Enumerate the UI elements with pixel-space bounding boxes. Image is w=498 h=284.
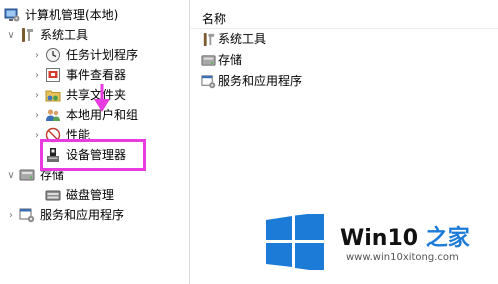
shared-folder-icon <box>45 90 61 102</box>
chevron-right-icon[interactable]: › <box>32 48 42 62</box>
list-item-label: 存储 <box>218 53 243 67</box>
storage-icon <box>19 169 35 181</box>
chevron-right-icon[interactable]: › <box>32 108 42 122</box>
watermark-brand-prefix: Win10 <box>340 226 426 251</box>
chevron-right-icon[interactable]: › <box>32 88 42 102</box>
tree-item-task-scheduler[interactable]: › 任务计划程序 <box>32 45 138 65</box>
windows-logo-icon <box>266 214 324 270</box>
chevron-right-icon[interactable]: › <box>6 208 16 222</box>
disk-management-icon <box>45 190 61 201</box>
chevron-down-icon[interactable]: ∨ <box>6 28 16 42</box>
list-item-storage[interactable]: 存储 <box>201 51 242 69</box>
computer-management-icon <box>4 8 20 22</box>
users-icon <box>46 109 60 121</box>
services-icon <box>201 74 216 88</box>
device-manager-highlight <box>40 139 146 171</box>
watermark-brand: Win10 之家 <box>340 220 470 252</box>
event-viewer-icon <box>46 68 60 82</box>
tree-task-scheduler-label: 任务计划程序 <box>66 48 139 62</box>
tools-icon <box>22 28 33 42</box>
chevron-down-icon[interactable]: ∨ <box>6 168 16 182</box>
storage-icon <box>201 54 216 66</box>
list-item-label: 系统工具 <box>218 32 267 46</box>
tree-item-event-viewer[interactable]: › 事件查看器 <box>32 65 126 85</box>
list-item-system-tools[interactable]: 系统工具 <box>201 30 266 48</box>
tree-item-system-tools[interactable]: ∨ 系统工具 <box>6 25 88 45</box>
tree-event-viewer-label: 事件查看器 <box>66 68 127 82</box>
chevron-right-icon[interactable]: › <box>32 68 42 82</box>
tree-item-root[interactable]: 计算机管理(本地) <box>4 5 118 25</box>
column-header-name[interactable]: 名称 <box>202 10 226 27</box>
services-icon <box>19 208 35 223</box>
annotation-arrow-icon <box>94 84 110 112</box>
clock-icon <box>46 48 60 62</box>
tools-icon <box>203 32 215 46</box>
watermark-url: www.win10xitong.com <box>346 252 459 263</box>
tree-services-apps-label: 服务和应用程序 <box>40 208 125 222</box>
tree-system-tools-label: 系统工具 <box>40 28 89 42</box>
list-item-label: 服务和应用程序 <box>218 74 303 88</box>
watermark-brand-suffix: 之家 <box>425 226 470 251</box>
header-divider <box>191 28 498 29</box>
tree-item-disk-management[interactable]: 磁盘管理 <box>45 185 114 205</box>
tree-item-services-apps[interactable]: › 服务和应用程序 <box>6 205 124 225</box>
tree-item-local-users-groups[interactable]: › 本地用户和组 <box>32 105 138 125</box>
tree-root-label: 计算机管理(本地) <box>25 8 119 22</box>
tree-disk-management-label: 磁盘管理 <box>66 188 115 202</box>
list-item-services-apps[interactable]: 服务和应用程序 <box>201 72 302 90</box>
